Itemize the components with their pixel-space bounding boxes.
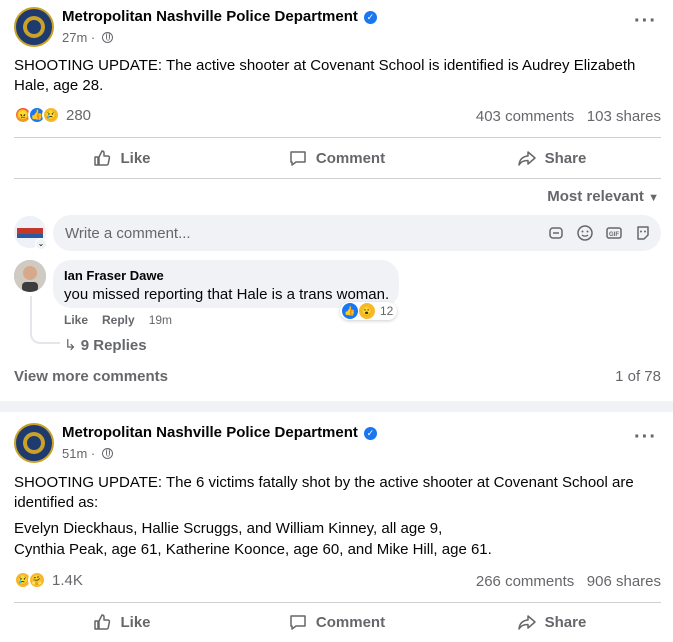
post-time[interactable]: 27m [62, 30, 87, 45]
verified-badge-icon: ✓ [363, 427, 377, 440]
share-button[interactable]: Share [444, 140, 659, 176]
like-label: Like [120, 613, 151, 631]
comment-button[interactable]: Comment [229, 604, 444, 640]
comment-pager: 1 of 78 [615, 368, 661, 385]
post-text-line: Evelyn Dieckhaus, Hallie Scruggs, and Wi… [14, 520, 443, 537]
post-card: Metropolitan Nashville Police Department… [0, 412, 673, 642]
reaction-summary[interactable]: 😢 🤗 1.4K [14, 571, 83, 589]
care-reaction-icon: 🤗 [28, 571, 46, 589]
comment-author[interactable]: Ian Fraser Dawe [64, 268, 164, 283]
more-options-icon[interactable]: ··· [634, 426, 657, 449]
svg-text:GIF: GIF [609, 232, 619, 238]
comment-reply-button[interactable]: Reply [102, 313, 135, 327]
comment-time[interactable]: 19m [149, 313, 172, 327]
like-button[interactable]: Like [14, 604, 229, 640]
post-time[interactable]: 51m [62, 446, 87, 461]
share-icon [517, 151, 536, 166]
comment-reaction-count: 12 [380, 304, 394, 318]
share-icon [517, 615, 536, 630]
more-options-icon[interactable]: ··· [634, 10, 657, 33]
page-avatar[interactable] [14, 423, 54, 463]
page-name[interactable]: Metropolitan Nashville Police Department [62, 424, 358, 441]
commenter-avatar[interactable] [14, 260, 46, 292]
share-button[interactable]: Share [444, 604, 659, 640]
comments-count[interactable]: 403 comments [476, 108, 574, 125]
comments-count[interactable]: 266 comments [476, 573, 574, 590]
comment-sort-dropdown[interactable]: Most relevant ▼ [547, 188, 659, 205]
globe-icon [101, 32, 113, 43]
comment-text: you missed reporting that Hale is a tran… [64, 286, 390, 303]
post-header: Metropolitan Nashville Police Department… [62, 424, 377, 442]
comment-icon [290, 151, 306, 166]
reply-arrow-icon: ↳ [64, 337, 77, 354]
comment-input[interactable] [53, 215, 353, 251]
divider [14, 137, 661, 138]
page-name[interactable]: Metropolitan Nashville Police Department [62, 8, 358, 25]
reaction-summary[interactable]: 😠 👍 😢 280 [14, 106, 91, 124]
post-stats: 403 comments 103 shares [476, 108, 661, 125]
gif-icon[interactable]: GIF [604, 223, 624, 243]
avatar-sticker-icon[interactable] [633, 223, 653, 243]
comment-icon [290, 615, 306, 630]
comment-label: Comment [315, 613, 386, 631]
divider [14, 602, 661, 603]
post-stats: 266 comments 906 shares [476, 573, 661, 590]
thumbs-up-icon [94, 150, 111, 166]
comment-actions: Like Reply 19m [64, 313, 172, 327]
globe-icon [101, 448, 113, 459]
shares-count[interactable]: 906 shares [587, 573, 661, 590]
thumbs-up-icon [94, 614, 111, 630]
comment-like-button[interactable]: Like [64, 313, 88, 327]
post-card: Metropolitan Nashville Police Department… [0, 0, 673, 401]
sad-reaction-icon: 😢 [42, 106, 60, 124]
shares-count[interactable]: 103 shares [587, 108, 661, 125]
reaction-count: 1.4K [52, 571, 83, 589]
like-reaction-icon: 👍 [342, 303, 358, 319]
like-button[interactable]: Like [14, 140, 229, 176]
share-label: Share [544, 149, 587, 167]
sort-label: Most relevant [547, 188, 644, 205]
comment-button[interactable]: Comment [229, 140, 444, 176]
post-text: SHOOTING UPDATE: The 6 victims fatally s… [14, 474, 634, 511]
post-text-line: Cynthia Peak, age 61, Katherine Koonce, … [14, 541, 492, 558]
chevron-down-icon[interactable]: ⌄ [35, 238, 47, 250]
comment-composer: GIF [53, 215, 661, 251]
like-label: Like [120, 149, 151, 167]
comment-label: Comment [315, 149, 386, 167]
page-avatar[interactable] [14, 7, 54, 47]
reaction-count: 280 [66, 106, 92, 124]
comment-reactions[interactable]: 👍 😮 12 [340, 302, 398, 320]
comment-bubble: Ian Fraser Dawe you missed reporting tha… [53, 260, 399, 308]
post-header: Metropolitan Nashville Police Department… [62, 8, 377, 26]
composer-tools: GIF [546, 223, 653, 243]
post-meta: 27m · [62, 30, 113, 45]
sticker-icon[interactable] [546, 223, 566, 243]
divider [14, 178, 661, 179]
caret-down-icon: ▼ [648, 192, 659, 204]
view-replies-link[interactable]: ↳ 9 Replies [64, 336, 147, 354]
view-more-comments-link[interactable]: View more comments [14, 368, 168, 385]
post-text: SHOOTING UPDATE: The active shooter at C… [14, 57, 636, 94]
post-meta: 51m · [62, 446, 113, 461]
replies-label: 9 Replies [80, 337, 147, 354]
emoji-icon[interactable] [575, 223, 595, 243]
verified-badge-icon: ✓ [363, 11, 377, 24]
share-label: Share [544, 613, 587, 631]
thread-line [30, 296, 60, 344]
wow-reaction-icon: 😮 [359, 303, 375, 319]
